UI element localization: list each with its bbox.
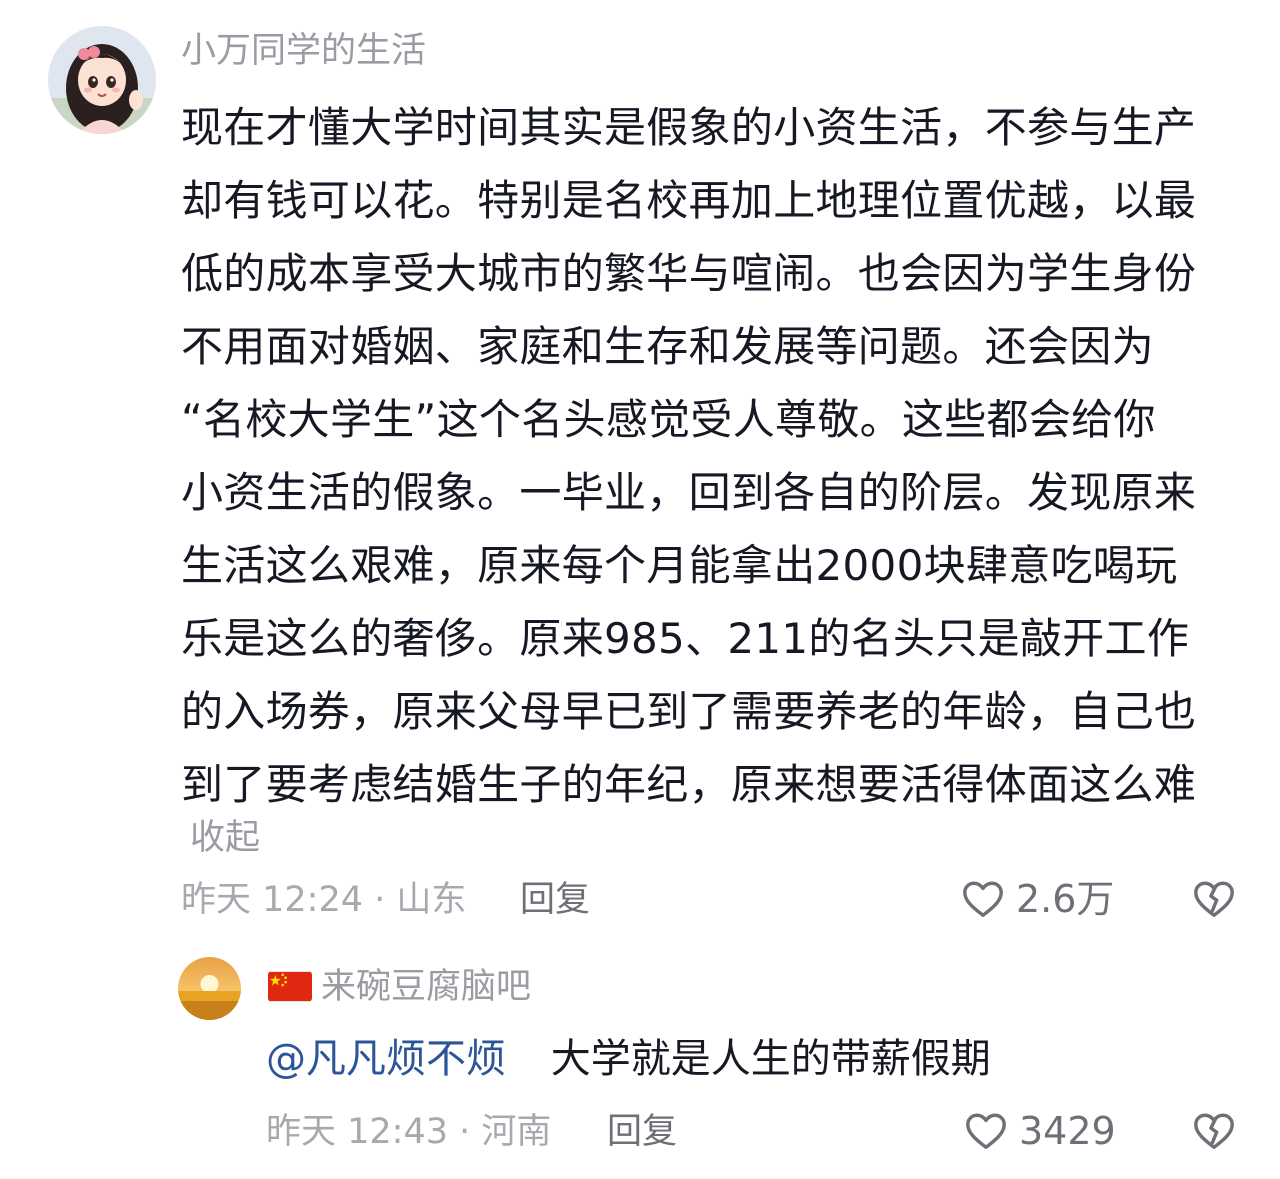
reply-avatar[interactable] bbox=[178, 957, 241, 1020]
comment-text-line: 生活这么艰难，原来每个月能拿出2000块肆意吃喝玩 bbox=[181, 541, 1178, 590]
collapse-button[interactable]: 收起 bbox=[190, 815, 260, 861]
comment-text-line: 却有钱可以花。特别是名校再加上地理位置优越，以最 bbox=[181, 176, 1197, 225]
reply-reply-button[interactable]: 回复 bbox=[607, 1108, 677, 1156]
reply-button[interactable]: 回复 bbox=[520, 876, 590, 924]
comment-timestamp-location: 昨天 12:24 · 山东 bbox=[181, 880, 467, 920]
comment-text-line: 的入场券，原来父母早已到了需要养老的年龄，自己也 bbox=[181, 687, 1197, 736]
reply-like-count: 3429 bbox=[1019, 1109, 1116, 1153]
sunset-field-illustration bbox=[178, 957, 241, 1020]
reply-content: @凡凡烦不烦 大学就是人生的带薪假期 bbox=[266, 1031, 991, 1087]
reply-text: 大学就是人生的带薪假期 bbox=[550, 1036, 991, 1082]
comment-text-line: “名校大学生”这个名头感觉受人尊敬。这些都会给你 bbox=[181, 395, 1156, 444]
mention-link[interactable]: @凡凡烦不烦 bbox=[266, 1036, 506, 1082]
china-flag-icon bbox=[268, 971, 312, 1002]
reply-like-button[interactable]: 3429 bbox=[963, 1106, 1116, 1156]
comment-text-line: 到了要考虑结婚生子的年纪，原来想要活得体面这么难 bbox=[181, 760, 1197, 809]
dislike-button[interactable] bbox=[1190, 876, 1238, 926]
heart-icon bbox=[966, 1113, 1006, 1150]
like-button[interactable]: 2.6万 bbox=[960, 874, 1114, 924]
comment-text-line: 小资生活的假象。一毕业，回到各自的阶层。发现原来 bbox=[181, 468, 1197, 517]
broken-heart-icon bbox=[1194, 1113, 1234, 1150]
avatar-girl-illustration bbox=[48, 26, 156, 134]
reply-timestamp-location: 昨天 12:43 · 河南 bbox=[266, 1112, 552, 1152]
broken-heart-icon bbox=[1194, 881, 1234, 918]
heart-icon bbox=[963, 881, 1003, 918]
like-count: 2.6万 bbox=[1016, 877, 1115, 921]
comment-text: 现在才懂大学时间其实是假象的小资生活，不参与生产 却有钱可以花。特别是名校再加上… bbox=[181, 91, 1256, 821]
avatar[interactable] bbox=[48, 26, 156, 134]
reply-author-name[interactable]: 来碗豆腐脑吧 bbox=[321, 963, 531, 1011]
comment-text-line: 现在才懂大学时间其实是假象的小资生活，不参与生产 bbox=[181, 103, 1197, 152]
comment-text-line: 低的成本享受大城市的繁华与喧闹。也会因为学生身份 bbox=[181, 249, 1197, 298]
comment-author-name[interactable]: 小万同学的生活 bbox=[181, 28, 426, 74]
comment-text-line: 不用面对婚姻、家庭和生存和发展等问题。还会因为 bbox=[181, 322, 1154, 371]
reply-dislike-button[interactable] bbox=[1190, 1108, 1238, 1158]
comment-text-line: 乐是这么的奢侈。原来985、211的名头只是敲开工作 bbox=[181, 614, 1190, 663]
